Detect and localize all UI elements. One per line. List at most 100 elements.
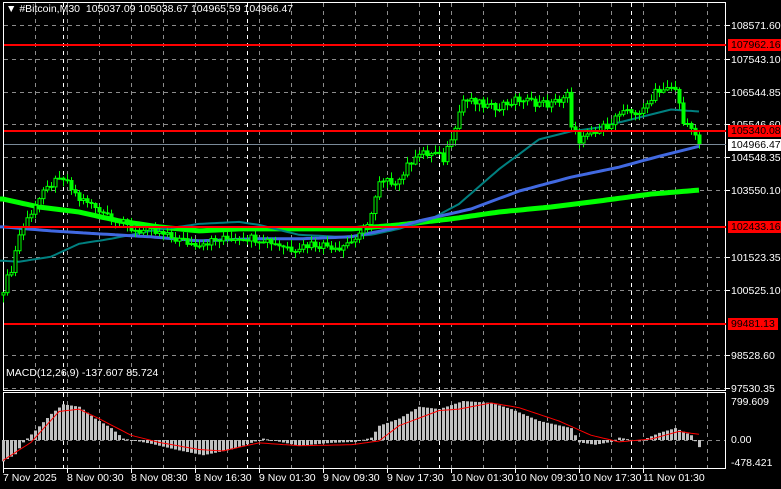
candle-body bbox=[393, 183, 398, 186]
candle bbox=[497, 103, 502, 113]
candle-body bbox=[413, 156, 418, 165]
candle-body bbox=[121, 219, 126, 223]
candle bbox=[453, 125, 458, 146]
candle-body bbox=[141, 229, 146, 234]
chart-title: ▼ #Bitcoin,M30 105037.09 105038.67 10496… bbox=[6, 3, 293, 15]
candle bbox=[277, 240, 282, 251]
level-price-label: 105340.08 bbox=[728, 125, 781, 137]
macd-histogram-bar bbox=[42, 422, 45, 440]
candle bbox=[609, 118, 614, 132]
candle bbox=[645, 100, 650, 114]
time-axis-label: 10 Nov 01:30 bbox=[451, 472, 514, 484]
candle-body bbox=[525, 97, 530, 102]
macd-histogram-bar bbox=[310, 440, 313, 445]
macd-histogram-bar bbox=[118, 435, 121, 440]
candle-body bbox=[17, 234, 22, 252]
macd-histogram-bar bbox=[450, 405, 453, 440]
candle bbox=[573, 121, 578, 135]
macd-histogram-bar bbox=[514, 410, 517, 440]
macd-histogram-bar bbox=[418, 406, 421, 440]
candle bbox=[665, 80, 670, 91]
candle-body bbox=[261, 241, 266, 244]
candle-body bbox=[545, 100, 550, 108]
candle-body bbox=[613, 115, 618, 126]
macd-histogram-bar bbox=[378, 425, 381, 440]
macd-histogram-bar bbox=[618, 437, 621, 440]
candle bbox=[285, 241, 290, 251]
candle-body bbox=[477, 99, 482, 105]
macd-histogram-bar bbox=[674, 428, 677, 440]
candle-body bbox=[689, 123, 694, 129]
bid-price-label: 104966.47 bbox=[728, 138, 781, 151]
macd-histogram-bar bbox=[114, 431, 117, 440]
macd-histogram-bar bbox=[562, 426, 565, 440]
candle-body bbox=[389, 178, 394, 185]
macd-histogram-bar bbox=[550, 423, 553, 440]
macd-histogram-bar bbox=[130, 440, 133, 441]
candle bbox=[525, 94, 530, 106]
candle-body bbox=[5, 274, 10, 294]
time-axis-label: 11 Nov 01:30 bbox=[643, 472, 705, 484]
candle-body bbox=[213, 238, 218, 241]
candle-body bbox=[489, 103, 494, 106]
candle-body bbox=[105, 212, 110, 215]
triangle-down-icon[interactable]: ▼ bbox=[6, 3, 19, 15]
candle-body bbox=[265, 238, 270, 243]
candle bbox=[533, 96, 538, 112]
macd-histogram-bar bbox=[238, 440, 241, 447]
macd-histogram-bar bbox=[102, 423, 105, 440]
candle bbox=[289, 239, 294, 253]
macd-histogram-bar bbox=[626, 439, 629, 441]
candle-body bbox=[221, 235, 226, 242]
macd-histogram-bar bbox=[70, 405, 73, 440]
macd-histogram-bar bbox=[178, 440, 181, 451]
macd-histogram-bar bbox=[190, 440, 193, 453]
macd-histogram-bar bbox=[594, 440, 597, 445]
candle-body bbox=[353, 238, 358, 243]
candle-body bbox=[593, 131, 598, 134]
macd-histogram-bar bbox=[362, 439, 365, 441]
ohlc-readout: 105037.09 105038.67 104965.59 104966.47 bbox=[85, 3, 294, 15]
macd-histogram-bar bbox=[234, 440, 237, 449]
candle-body bbox=[537, 101, 542, 107]
candle bbox=[85, 195, 90, 208]
candle bbox=[485, 97, 490, 110]
time-axis-label: 10 Nov 17:30 bbox=[579, 472, 642, 484]
macd-histogram-bar bbox=[342, 440, 345, 443]
macd-histogram-bar bbox=[154, 440, 157, 445]
candle-body bbox=[53, 177, 58, 188]
candle-body bbox=[473, 97, 478, 105]
candle-body bbox=[309, 241, 314, 249]
candle bbox=[449, 133, 454, 149]
candle-body bbox=[301, 244, 306, 250]
candle-body bbox=[133, 229, 138, 232]
macd-histogram-bar bbox=[242, 440, 245, 446]
macd-histogram-bar bbox=[78, 406, 81, 440]
candle-body bbox=[497, 109, 502, 112]
time-axis-label: 9 Nov 17:30 bbox=[387, 472, 444, 484]
candle-body bbox=[193, 243, 198, 247]
candle bbox=[353, 236, 358, 248]
candle bbox=[125, 218, 130, 232]
candle bbox=[489, 99, 494, 109]
time-axis-label: 9 Nov 09:30 bbox=[323, 472, 380, 484]
candle-body bbox=[169, 232, 174, 239]
candle bbox=[425, 145, 430, 159]
candle bbox=[661, 82, 666, 94]
candle-body bbox=[653, 88, 658, 101]
candle bbox=[393, 180, 398, 190]
macd-histogram-bar bbox=[274, 440, 277, 441]
macd-histogram-bar bbox=[486, 402, 489, 440]
price-tick-label: 101523.35 bbox=[731, 251, 781, 264]
candle bbox=[685, 118, 690, 127]
candle bbox=[221, 231, 226, 245]
chart-canvas[interactable] bbox=[0, 0, 781, 489]
candle bbox=[549, 98, 554, 113]
macd-histogram-bar bbox=[694, 440, 697, 442]
candle-body bbox=[173, 237, 178, 242]
candle-body bbox=[325, 242, 330, 247]
time-axis-label: 8 Nov 08:30 bbox=[131, 472, 188, 484]
macd-histogram-bar bbox=[578, 440, 581, 443]
candle bbox=[565, 88, 570, 103]
candle-body bbox=[409, 162, 414, 165]
